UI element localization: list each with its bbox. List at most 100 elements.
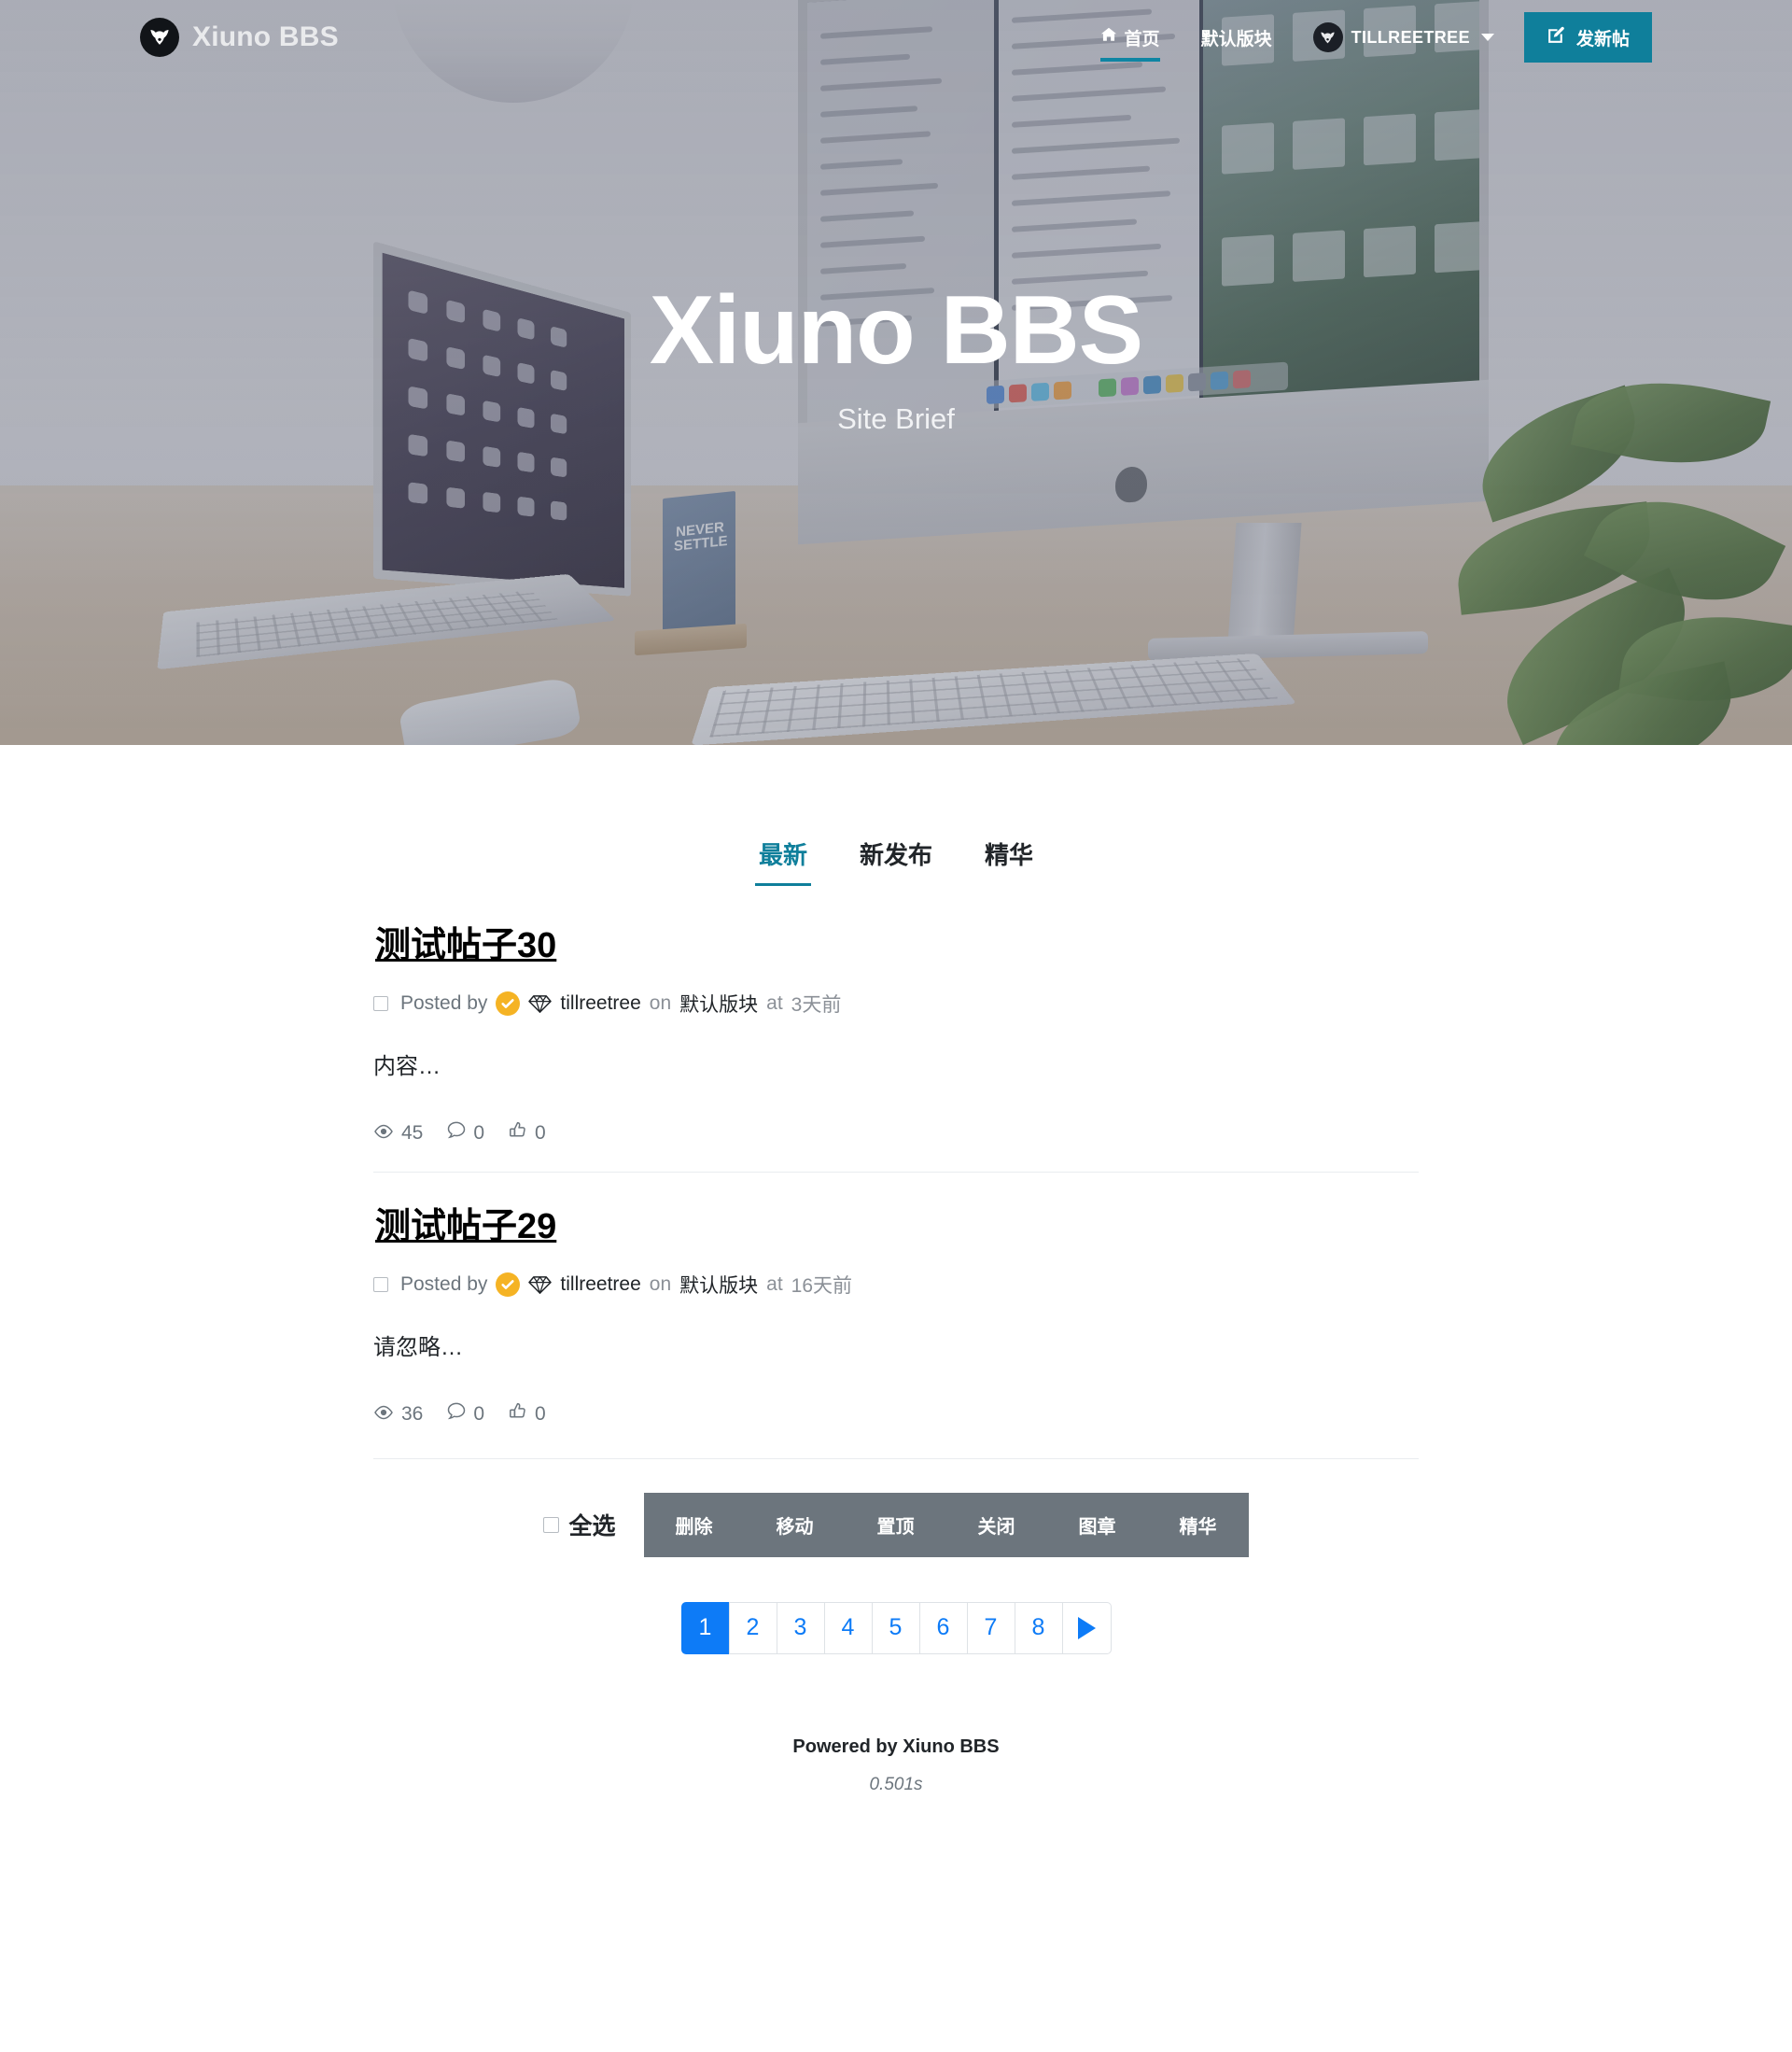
- nav-item-forum[interactable]: 默认版块: [1181, 0, 1293, 75]
- powered-by-label: Powered by Xiuno BBS: [792, 1736, 1000, 1757]
- page-4[interactable]: 4: [823, 1601, 873, 1654]
- thread-excerpt: 内容…: [373, 1054, 441, 1080]
- verified-badge-icon: [496, 1272, 521, 1298]
- comments-count: 0: [473, 1121, 485, 1144]
- thread-title-link[interactable]: 测试帖子30: [373, 926, 556, 965]
- views-count: 36: [401, 1402, 424, 1425]
- thread-select-checkbox[interactable]: [373, 996, 388, 1012]
- bulk-action-buttons: 删除 移动 置顶 关闭 图章 精华: [643, 1492, 1249, 1557]
- views-stat: 45: [373, 1122, 423, 1145]
- tab-new-label: 新发布: [859, 841, 932, 869]
- at-label: at: [766, 992, 783, 1015]
- nav-user-dropdown[interactable]: TILLREETREE: [1293, 0, 1511, 75]
- likes-stat: 0: [509, 1402, 546, 1427]
- render-time-label: 0.501s: [869, 1774, 923, 1794]
- next-page-button[interactable]: [1061, 1601, 1112, 1654]
- page-footer: Powered by Xiuno BBS 0.501s: [373, 1736, 1419, 1833]
- page-3[interactable]: 3: [776, 1601, 825, 1654]
- select-all-checkbox[interactable]: [543, 1516, 560, 1533]
- thread-forum-link[interactable]: 默认版块: [679, 990, 758, 1018]
- brand-title: Xiuno BBS: [192, 21, 339, 52]
- play-arrow-icon: [1077, 1616, 1096, 1639]
- tab-latest[interactable]: 最新: [733, 831, 833, 886]
- posted-by-label: Posted by: [400, 1273, 488, 1296]
- nav-username-label: TILLREETREE: [1351, 27, 1470, 47]
- nav-item-home-label: 首页: [1124, 29, 1160, 49]
- select-all-control[interactable]: 全选: [543, 1508, 616, 1541]
- edit-square-icon: [1547, 25, 1566, 50]
- nav-item-home[interactable]: 首页: [1080, 0, 1181, 75]
- page-7[interactable]: 7: [966, 1601, 1015, 1654]
- chevron-down-icon: [1480, 34, 1494, 41]
- thread-timestamp: 16天前: [791, 1275, 853, 1298]
- comments-stat: 0: [447, 1121, 484, 1145]
- comment-icon: [447, 1121, 466, 1145]
- gem-icon: [528, 1274, 553, 1296]
- bulk-action-bar: 全选 删除 移动 置顶 关闭 图章 精华: [373, 1457, 1419, 1557]
- thread-title-link[interactable]: 测试帖子29: [373, 1207, 556, 1246]
- xiuno-mask-logo-icon: [140, 18, 179, 57]
- stamp-button[interactable]: 图章: [1046, 1492, 1148, 1557]
- pagination: 1 2 3 4 5 6 7 8: [373, 1601, 1419, 1654]
- gem-icon: [528, 993, 553, 1015]
- thumbs-up-icon: [509, 1402, 527, 1427]
- thumbs-up-icon: [509, 1121, 527, 1145]
- thread-author-link[interactable]: tillreetree: [560, 1273, 640, 1296]
- main-content: 最新 新发布 精华 测试帖子30 Posted by tillreetree o…: [0, 745, 1792, 1833]
- likes-count: 0: [535, 1121, 546, 1144]
- page-8[interactable]: 8: [1014, 1601, 1063, 1654]
- thread-timestamp: 3天前: [791, 994, 842, 1017]
- tab-latest-label: 最新: [758, 841, 807, 869]
- move-button[interactable]: 移动: [744, 1492, 846, 1557]
- views-stat: 36: [373, 1403, 423, 1426]
- nav-item-forum-label: 默认版块: [1200, 29, 1272, 49]
- on-label: on: [649, 1273, 672, 1296]
- page-title: Xiuno BBS: [649, 276, 1143, 385]
- comments-stat: 0: [447, 1402, 484, 1426]
- table-row: 测试帖子30 Posted by tillreetree on 默认版块 at …: [373, 923, 1419, 1172]
- home-icon: [1100, 26, 1117, 49]
- pin-top-button[interactable]: 置顶: [845, 1492, 946, 1557]
- select-all-label: 全选: [568, 1513, 616, 1540]
- at-label: at: [766, 1273, 783, 1296]
- on-label: on: [649, 992, 672, 1015]
- eye-icon: [373, 1403, 394, 1426]
- page-1[interactable]: 1: [680, 1601, 730, 1654]
- likes-stat: 0: [509, 1121, 546, 1145]
- hero-banner: NEVERSETTLE Xiuno BBS: [0, 0, 1792, 745]
- thread-select-checkbox[interactable]: [373, 1277, 388, 1293]
- likes-count: 0: [535, 1402, 546, 1425]
- navbar-right-group: 首页 默认版块 TILLREETREE 发新帖: [1080, 0, 1792, 75]
- thread-stats: 36 0 0: [373, 1402, 1419, 1427]
- delete-button[interactable]: 删除: [643, 1492, 745, 1557]
- page-5[interactable]: 5: [871, 1601, 920, 1654]
- digest-button[interactable]: 精华: [1147, 1492, 1249, 1557]
- tab-digest[interactable]: 精华: [959, 831, 1059, 886]
- thread-meta: Posted by tillreetree on 默认版块: [373, 990, 1419, 1018]
- new-post-button[interactable]: 发新帖: [1523, 12, 1652, 63]
- verified-badge-icon: [496, 991, 521, 1017]
- thread-forum-link[interactable]: 默认版块: [679, 1271, 758, 1299]
- page-2[interactable]: 2: [728, 1601, 777, 1654]
- thread-meta: Posted by tillreetree on 默认版块: [373, 1271, 1419, 1299]
- avatar: [1312, 22, 1343, 52]
- thread-list: 测试帖子30 Posted by tillreetree on 默认版块 at …: [373, 923, 1419, 1453]
- brand-logo-link[interactable]: Xiuno BBS: [140, 18, 339, 57]
- hero-text-block: Xiuno BBS Site Brief: [0, 276, 1792, 436]
- views-count: 45: [401, 1121, 424, 1144]
- close-button[interactable]: 关闭: [945, 1492, 1047, 1557]
- thread-excerpt: 请忽略…: [373, 1335, 463, 1361]
- tab-new[interactable]: 新发布: [833, 831, 959, 886]
- new-post-button-label: 发新帖: [1575, 29, 1630, 49]
- top-navbar: Xiuno BBS 首页 默认版块 TILLREETREE 发新帖: [0, 0, 1792, 75]
- thread-stats: 45 0 0: [373, 1121, 1419, 1145]
- comment-icon: [447, 1402, 466, 1426]
- eye-icon: [373, 1122, 394, 1145]
- page-6[interactable]: 6: [918, 1601, 968, 1654]
- posted-by-label: Posted by: [400, 992, 488, 1015]
- thread-filter-tabs: 最新 新发布 精华: [373, 831, 1419, 886]
- comments-count: 0: [473, 1402, 485, 1425]
- thread-author-link[interactable]: tillreetree: [560, 992, 640, 1015]
- page-subtitle: Site Brief: [837, 402, 955, 436]
- tab-digest-label: 精华: [985, 841, 1034, 869]
